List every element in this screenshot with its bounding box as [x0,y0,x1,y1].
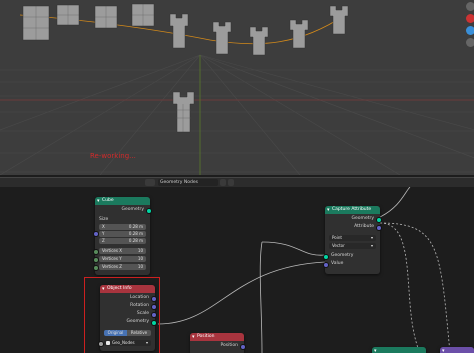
partial-node-right-header[interactable] [440,347,474,353]
gizmo-z-icon[interactable] [466,26,474,35]
cube-vertices-z-field[interactable]: Vertices Z 10 [99,264,146,270]
cube-size-x-field[interactable]: X 0.28 m [99,224,146,230]
gizmo-top-icon[interactable] [466,2,474,11]
capture-out-attribute-label: Attribute [354,224,374,229]
gizmo-camera-icon[interactable] [466,38,474,47]
cube-size-label: Size [99,217,109,222]
cube-size-socket[interactable] [93,231,99,237]
capture-out-attribute-socket[interactable] [376,225,382,231]
capture-data-type-dropdown[interactable]: Vector [329,243,376,249]
cube-vertices-z-socket[interactable] [93,265,99,271]
partial-node-bottom-header[interactable] [372,347,426,353]
node-links [157,187,451,353]
cube-node-header[interactable]: Cube [95,197,150,205]
node-editor-canvas[interactable]: Cube Geometry Size X0.28 m Y0.28 m Z0.28… [0,187,474,353]
cube-vertices-y-socket[interactable] [93,257,99,263]
position-output-label: Position [220,343,238,348]
tower-meshes [22,3,349,133]
position-output-socket[interactable] [240,344,246,350]
capture-domain-dropdown[interactable]: Point [329,235,376,241]
navigation-gizmo[interactable] [464,0,474,50]
capture-in-value-socket[interactable] [323,262,329,268]
pin-icon[interactable] [228,179,234,186]
node-editor-header: Geometry Nodes [0,177,474,187]
3d-viewport[interactable]: Re-working... [0,0,474,175]
capture-in-value-label: Value [331,261,344,266]
position-node-header[interactable]: Position [190,333,244,341]
highlight-annotation [84,277,160,353]
gizmo-x-icon[interactable] [466,14,474,23]
partial-node-right[interactable] [440,347,474,353]
cube-size-y-field[interactable]: Y 0.28 m [99,231,146,237]
cube-output-geometry-label: Geometry [121,207,144,212]
position-node[interactable]: Position Position [190,333,246,353]
capture-in-geometry-socket[interactable] [323,254,329,260]
capture-in-geometry-label: Geometry [331,253,354,258]
cube-vertices-y-field[interactable]: Vertices Y 10 [99,256,146,262]
editor-type-icon[interactable] [145,179,155,186]
cube-vertices-x-field[interactable]: Vertices X 10 [99,248,146,254]
capture-attribute-node-header[interactable]: Capture Attribute [325,206,380,214]
viewport-scene [0,3,474,175]
fake-user-icon[interactable] [220,179,226,186]
capture-attribute-node[interactable]: Capture Attribute Geometry Attribute Poi… [323,206,382,274]
capture-out-geometry-socket[interactable] [376,217,382,223]
node-tree-name-field[interactable]: Geometry Nodes [158,179,218,186]
cube-node[interactable]: Cube Geometry Size X0.28 m Y0.28 m Z0.28… [93,197,152,275]
cube-vertices-x-socket[interactable] [93,249,99,255]
cube-output-geometry-socket[interactable] [146,208,152,214]
partial-node-bottom[interactable] [372,347,426,353]
capture-out-geometry-label: Geometry [351,216,374,221]
status-text: Re-working... [90,152,136,160]
cube-size-z-field[interactable]: Z 0.28 m [99,238,146,244]
